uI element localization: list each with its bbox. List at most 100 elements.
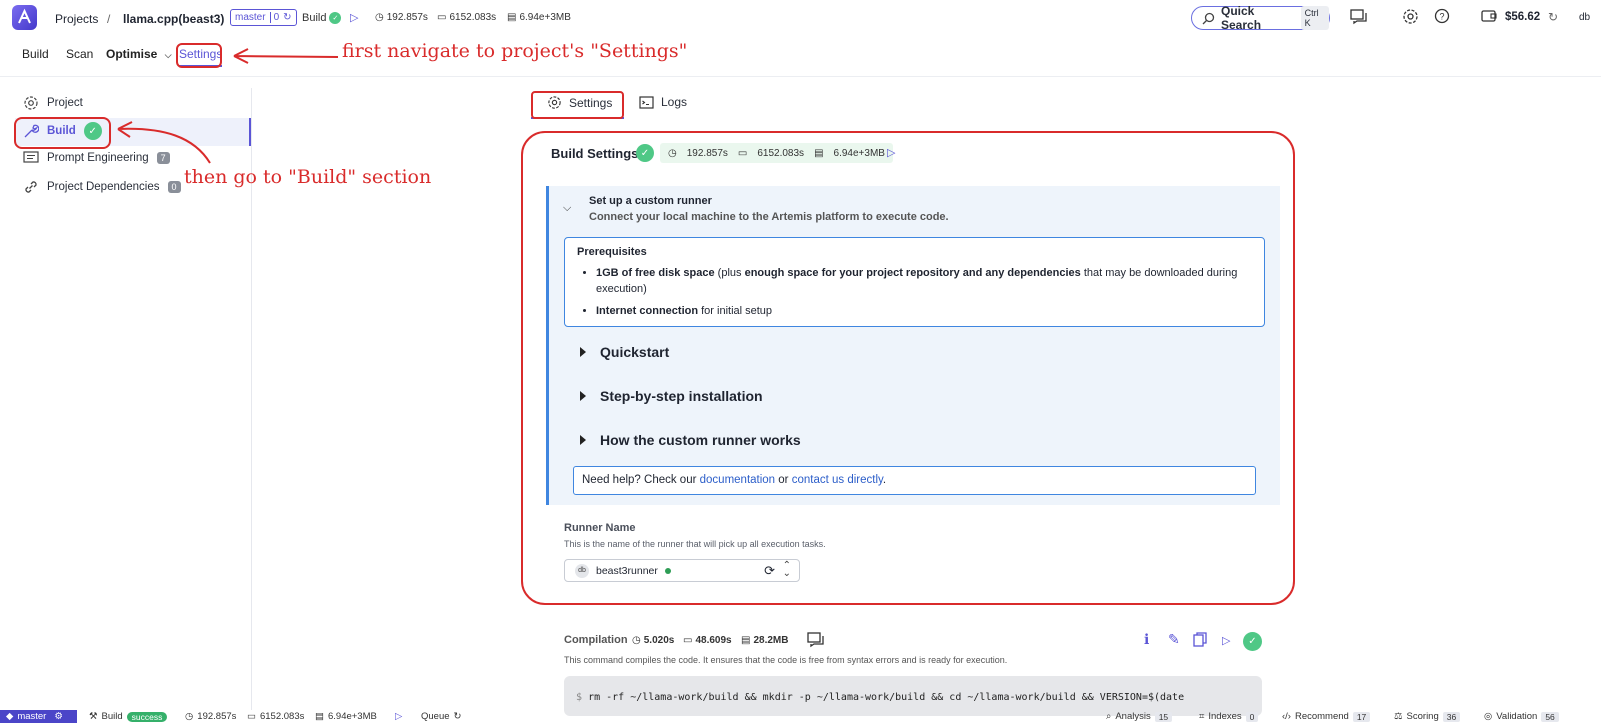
refresh-balance-icon[interactable]: ↻ (1548, 10, 1558, 24)
check-icon: ✓ (329, 12, 342, 24)
nav-optimise-label: Optimise (106, 47, 158, 61)
memory-value: 6.94e+3MB (519, 12, 571, 23)
memory-icon: ▤ (507, 12, 517, 23)
hammer-icon: ⚒ (89, 711, 98, 722)
status-indexes[interactable]: ⌗ Indexes 0 (1199, 710, 1259, 723)
sidebar-item-project-dependencies[interactable]: Project Dependencies 0 (23, 179, 181, 195)
time-value: 192.857s (386, 12, 428, 23)
shortcut-hint: Ctrl K (1300, 6, 1329, 30)
status-validation[interactable]: ◎ Validation 56 (1484, 710, 1559, 723)
recommend-label: Recommend (1294, 711, 1349, 722)
time-value: 192.857s (197, 711, 237, 722)
search-icon: ⌕ (1106, 711, 1112, 722)
play-icon[interactable]: ▷ (1222, 634, 1230, 647)
sidebar-item-project[interactable]: Project (23, 95, 83, 111)
compilation-desc: This command compiles the code. It ensur… (564, 655, 1008, 665)
branch-name: master (17, 711, 47, 722)
terminal-icon (639, 95, 654, 109)
quick-search-button[interactable]: Quick Search Ctrl K (1191, 4, 1330, 32)
code-icon: ‹/› (1282, 711, 1291, 722)
refresh-icon: ↻ (283, 12, 292, 23)
status-analysis[interactable]: ⌕ Analysis 15 (1106, 710, 1173, 723)
prompt-icon (23, 151, 39, 165)
sidebar-item-label: Project Dependencies (47, 181, 160, 193)
cpu-icon: ▭ (247, 711, 256, 722)
cpu-value: 6152.083s (449, 12, 497, 23)
chat-icon[interactable] (1350, 9, 1368, 25)
check-icon: ✓ (1243, 632, 1262, 651)
wallet-icon[interactable] (1481, 9, 1497, 23)
user-avatar[interactable]: db (1579, 12, 1590, 23)
annotation-then: then go to "Build" section (184, 166, 432, 188)
play-icon[interactable]: ▷ (395, 710, 402, 723)
annotation-first: first navigate to project's "Settings" (342, 40, 688, 62)
compilation-label: Compilation (564, 634, 628, 646)
analysis-label: Analysis (1115, 711, 1151, 722)
nav-optimise[interactable]: Optimise ⌵ (106, 47, 172, 61)
gear-icon: ⚙ (54, 711, 63, 722)
info-icon[interactable]: ℹ (1144, 631, 1149, 648)
command-text: rm -rf ~/llama-work/build && mkdir -p ~/… (588, 692, 1185, 703)
breadcrumb-projects[interactable]: Projects (55, 12, 98, 26)
branch-name: master (235, 12, 266, 23)
build-status[interactable]: Build ✓ (302, 12, 342, 24)
prompt-symbol: $ (576, 692, 583, 703)
build-label: Build (302, 12, 327, 24)
compilation-memory: ▤ 28.2MB (741, 635, 788, 646)
count-badge: 0 (1245, 711, 1259, 722)
annotation-settings-box (176, 43, 222, 68)
status-bar: ◆ master ⚙ ⚒ Build success ◷ 192.857s ▭ 61… (0, 710, 1601, 723)
play-icon[interactable]: ▷ (350, 11, 358, 24)
status-cpu: ▭ 6152.083s (247, 710, 304, 723)
gear-icon[interactable] (1402, 8, 1419, 25)
search-icon (1202, 12, 1215, 25)
status-branch[interactable]: ◆ master ⚙ (0, 710, 77, 723)
cpu-icon: ▭ (683, 635, 693, 646)
cpu-value: 48.609s (695, 635, 732, 646)
app-logo[interactable] (12, 5, 37, 30)
branch-selector[interactable]: master 0 ↻ (230, 9, 297, 26)
status-build[interactable]: ⚒ Build success (89, 710, 168, 723)
memory-stat: ▤ 6.94e+3MB (507, 12, 571, 23)
annotation-tab-box (531, 91, 624, 119)
status-recommend[interactable]: ‹/› Recommend 17 (1282, 710, 1371, 723)
status-badge: success (126, 711, 168, 722)
help-icon[interactable]: ? (1434, 8, 1450, 24)
tab-logs[interactable]: Logs (639, 95, 687, 109)
status-memory: ▤ 6.94e+3MB (315, 710, 377, 723)
refresh-icon: ↻ (453, 711, 462, 722)
validation-label: Validation (1496, 711, 1538, 722)
edit-icon[interactable]: ✎ (1168, 631, 1180, 648)
count-badge: 17 (1352, 711, 1371, 722)
indexes-label: Indexes (1208, 711, 1242, 722)
svg-text:?: ? (1439, 12, 1444, 22)
annotation-panel-box (521, 131, 1295, 605)
count-badge: 0 (167, 181, 181, 193)
copy-icon[interactable] (1193, 632, 1208, 647)
gear-icon (23, 95, 39, 111)
chevron-down-icon: ⌵ (164, 50, 172, 60)
clock-icon: ◷ (185, 711, 194, 722)
breadcrumb-separator: / (107, 12, 111, 26)
status-build-label: Build (101, 711, 123, 722)
clock-icon: ◷ (632, 635, 641, 646)
time-stat: ◷ 192.857s (375, 12, 428, 23)
scale-icon: ⚖ (1394, 711, 1403, 722)
compilation-cpu: ▭ 48.609s (683, 635, 732, 646)
status-queue[interactable]: Queue ↻ (421, 710, 462, 723)
top-bar: Projects / llama.cpp(beast3) master 0 ↻ … (0, 0, 1601, 36)
comment-icon[interactable] (807, 632, 825, 648)
memory-icon: ▤ (315, 711, 324, 722)
quick-search-label: Quick Search (1221, 4, 1262, 32)
arrow-annotation-icon (233, 48, 339, 64)
breadcrumb-project-name[interactable]: llama.cpp(beast3) (123, 12, 224, 26)
nav-scan[interactable]: Scan (66, 47, 93, 61)
annotation-build-box (14, 117, 111, 149)
balance: $56.62 (1505, 11, 1541, 23)
status-scoring[interactable]: ⚖ Scoring 36 (1394, 710, 1461, 723)
branch-count: 0 (269, 12, 279, 23)
index-icon: ⌗ (1199, 711, 1205, 722)
status-time: ◷ 192.857s (185, 710, 236, 723)
nav-build[interactable]: Build (22, 47, 49, 61)
validation-icon: ◎ (1484, 711, 1493, 722)
